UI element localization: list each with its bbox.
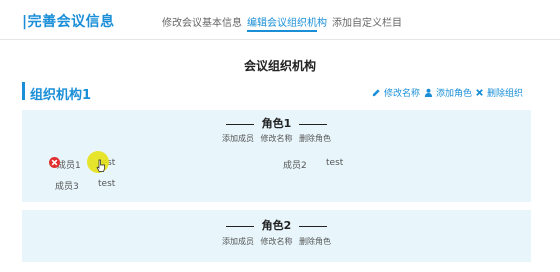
role-card: 角色2 添加成员 修改名称 删除角色 xyxy=(22,210,531,262)
header-divider xyxy=(0,39,560,40)
member-value: test xyxy=(98,179,116,189)
title-dash-right xyxy=(299,123,328,125)
add-member-link[interactable]: 添加成员 xyxy=(222,134,254,143)
delete-member-icon[interactable] xyxy=(49,157,60,168)
rename-role-link[interactable]: 修改名称 xyxy=(261,237,293,246)
edit-name-button[interactable]: 修改名称 xyxy=(372,86,420,99)
header: |完善会议信息 修改会议基本信息 编辑会议组织机构 添加自定义栏目 xyxy=(0,0,560,40)
edit-icon xyxy=(372,89,380,97)
member-value: test xyxy=(326,158,344,168)
tab-basic-info[interactable]: 修改会议基本信息 xyxy=(162,14,242,29)
member-name: 成员1 xyxy=(57,161,81,171)
add-role-label: 添加角色 xyxy=(436,89,473,99)
mouse-pointer-icon xyxy=(96,159,105,172)
edit-name-label: 修改名称 xyxy=(384,89,421,99)
tab-custom-section[interactable]: 添加自定义栏目 xyxy=(332,14,402,29)
section-accent-bar xyxy=(22,82,25,100)
delete-org-label: 删除组织 xyxy=(487,89,524,99)
tab-organization[interactable]: 编辑会议组织机构 xyxy=(247,14,327,29)
close-icon xyxy=(476,89,483,96)
role-name: 角色2 xyxy=(261,219,292,232)
active-tab-indicator xyxy=(247,30,317,32)
member-name: 成员3 xyxy=(55,182,79,192)
page-title: |完善会议信息 xyxy=(22,14,115,30)
section-title: 组织机构1 xyxy=(30,88,92,103)
title-dash-left xyxy=(225,225,254,227)
role-actions: 添加成员 修改名称 删除角色 xyxy=(22,133,531,144)
delete-org-button[interactable]: 删除组织 xyxy=(475,86,523,99)
delete-role-link[interactable]: 删除角色 xyxy=(299,237,331,246)
user-icon xyxy=(424,88,433,97)
rename-role-link[interactable]: 修改名称 xyxy=(261,134,293,143)
title-dash-right xyxy=(299,225,328,227)
role-title: 角色2 xyxy=(22,217,531,233)
role-actions: 添加成员 修改名称 删除角色 xyxy=(22,236,531,247)
role-name: 角色1 xyxy=(261,117,292,130)
role-title: 角色1 xyxy=(22,115,531,131)
delete-role-link[interactable]: 删除角色 xyxy=(299,134,331,143)
member-name: 成员2 xyxy=(283,161,307,171)
main-heading: 会议组织机构 xyxy=(243,59,316,73)
add-role-button[interactable]: 添加角色 xyxy=(424,86,472,99)
title-dash-left xyxy=(225,123,254,125)
add-member-link[interactable]: 添加成员 xyxy=(222,237,254,246)
